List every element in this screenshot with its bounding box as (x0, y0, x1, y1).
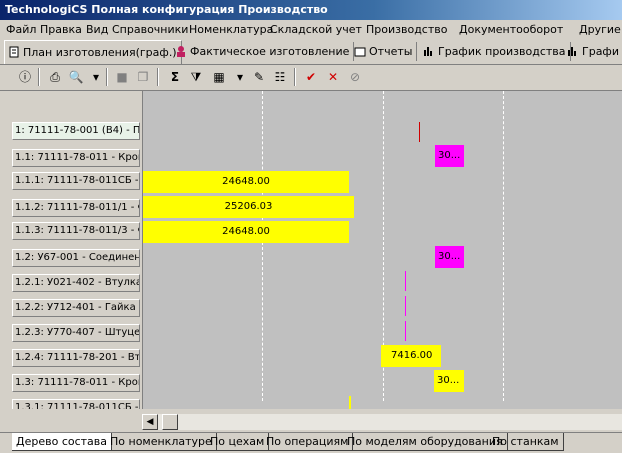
menu-warehouse[interactable]: Складской учет (270, 23, 362, 36)
gantt-bar[interactable]: 30... (435, 246, 464, 268)
tab-label: Графи (582, 45, 619, 58)
menu-edit[interactable]: Правка (40, 23, 82, 36)
tree-icon[interactable]: ☷ (271, 68, 289, 86)
dropdown-arrow-icon-2[interactable]: ▾ (231, 68, 249, 86)
tab-by-workshops[interactable]: По цехам (206, 433, 270, 451)
document-icon (8, 43, 20, 58)
scrollbar-thumb[interactable] (162, 414, 178, 430)
gantt-bar[interactable]: 25206.03 (143, 196, 354, 218)
row-label: 1.2.3: У770-407 - Штуцер (12, 324, 140, 342)
gantt-bar[interactable]: 30... (435, 145, 464, 167)
check-icon[interactable]: ✔ (302, 68, 320, 86)
view-tabs: План изготовления(граф.) Фактическое изг… (0, 40, 622, 65)
sum-icon[interactable]: Σ (166, 68, 184, 86)
menu-nomenclature[interactable]: Номенклатура (189, 23, 273, 36)
time-gridline (262, 91, 263, 401)
tree-row[interactable]: 1.1.1: 71111-78-011СБ - С (0, 170, 142, 191)
tab-label: Отчеты (369, 45, 413, 58)
menu-file[interactable]: Файл (6, 23, 36, 36)
gantt-bar[interactable]: 24648.00 (143, 221, 349, 243)
person-icon (175, 44, 187, 57)
tree-row[interactable]: 1.2: У67-001 - Соединен (0, 247, 142, 268)
toolbar-separator (106, 68, 108, 86)
gantt-bar[interactable] (405, 321, 406, 341)
grouping-tabs: Дерево состава По номенклатуре По цехам … (0, 432, 622, 453)
menu-document-flow[interactable]: Документооборот (459, 23, 563, 36)
row-label: 1.2: У67-001 - Соединен (12, 249, 140, 267)
gantt-bar[interactable] (419, 122, 420, 142)
tree-row[interactable]: 1.1.3: 71111-78-011/3 - Ф (0, 220, 142, 241)
dropdown-arrow-icon[interactable]: ▾ (87, 68, 105, 86)
gantt-bar[interactable]: 24648.00 (143, 171, 349, 193)
row-label: 1.1.1: 71111-78-011СБ - С (12, 172, 140, 190)
menu-view[interactable]: Вид (86, 23, 108, 36)
tree-row[interactable]: 1: 71111-78-001 (В4) - Пр (0, 120, 142, 141)
toolbar: ⓘ ⎙ 🔍 ▾ ■ ❐ Σ ⧩ ▦ ▾ ✎ ☷ ✔ ✕ ⊘ (0, 65, 622, 91)
bar-chart-icon (423, 44, 435, 56)
tab-tree-structure[interactable]: Дерево состава (12, 433, 113, 451)
tab-actual-manufacturing[interactable]: Фактическое изготовление (172, 42, 355, 61)
gantt-bar[interactable] (405, 271, 406, 291)
filter-icon[interactable]: ⧩ (187, 68, 205, 86)
horizontal-scrollbar[interactable]: ◀ (142, 414, 622, 430)
tree-row[interactable]: 1.3.1: 71111-78-011СБ - С (0, 397, 142, 409)
row-label: 1.1.3: 71111-78-011/3 - Ф (12, 222, 140, 240)
tab-by-equipment-models[interactable]: По моделям оборудования (343, 433, 508, 451)
toolbar-separator (157, 68, 159, 86)
row-label: 1.1: 71111-78-011 - Крон (12, 149, 140, 167)
bar-chart-icon (567, 44, 579, 56)
row-label: 1.3: 71111-78-011 - Крон (12, 374, 140, 392)
tab-by-machines[interactable]: По станкам (488, 433, 564, 451)
tree-row[interactable]: 1.2.2: У712-401 - Гайка ( (0, 297, 142, 318)
time-gridline (503, 91, 504, 401)
row-label: 1: 71111-78-001 (В4) - Пр (12, 122, 140, 140)
title-bar: TechnologiCS Полная конфигурация Произво… (0, 0, 622, 20)
tree-row[interactable]: 1.2.4: 71111-78-201 - Вту (0, 347, 142, 368)
gantt-bar[interactable]: 7416.00 (381, 345, 441, 367)
row-label: 1.2.4: 71111-78-201 - Вту (12, 349, 140, 367)
tree-row[interactable]: 1.3: 71111-78-011 - Крон (0, 372, 142, 393)
tree-row[interactable]: 1.1: 71111-78-011 - Крон (0, 147, 142, 168)
tab-by-operations[interactable]: По операциям (262, 433, 354, 451)
row-label: 1.2.1: У021-402 - Втулка (12, 274, 140, 292)
tree-row[interactable]: 1.2.1: У021-402 - Втулка (0, 272, 142, 293)
scroll-left-icon[interactable]: ◀ (142, 414, 158, 430)
tree-row[interactable]: 1.1.2: 71111-78-011/1 - Ф (0, 197, 142, 218)
menu-directories[interactable]: Справочники (112, 23, 188, 36)
print-preview-icon[interactable]: 🔍 (67, 68, 85, 86)
properties-icon[interactable]: ⓘ (16, 68, 34, 86)
tab-reports[interactable]: Отчеты (351, 42, 418, 61)
toolbar-separator (294, 68, 296, 86)
gantt-chart: 1: 71111-78-001 (В4) - Пр 1.1: 71111-78-… (0, 91, 622, 409)
cancel-icon[interactable]: ⊘ (346, 68, 364, 86)
menu-bar: Файл Правка Вид Справочники Номенклатура… (0, 20, 622, 39)
menu-production[interactable]: Производство (366, 23, 447, 36)
tab-schedule-2[interactable]: Графи (564, 42, 622, 61)
copy-icon[interactable]: ❐ (134, 68, 152, 86)
tab-label: План изготовления(граф.) (23, 46, 177, 59)
tree-row[interactable]: 1.2.3: У770-407 - Штуцер (0, 322, 142, 343)
tab-label: Фактическое изготовление (190, 45, 350, 58)
gantt-bar[interactable]: 30... (434, 370, 464, 392)
gantt-bar[interactable] (349, 396, 351, 409)
folder-icon (354, 44, 366, 57)
tab-label: График производства (438, 45, 566, 58)
stop-icon[interactable]: ■ (113, 68, 131, 86)
gantt-bar[interactable] (405, 296, 406, 316)
print-icon[interactable]: ⎙ (46, 68, 64, 86)
tab-production-schedule[interactable]: График производства (420, 42, 571, 61)
delete-icon[interactable]: ✕ (324, 68, 342, 86)
tab-by-nomenclature[interactable]: По номенклатуре (106, 433, 217, 451)
tab-manufacturing-plan-graph[interactable]: План изготовления(граф.) (4, 40, 182, 64)
row-label: 1.3.1: 71111-78-011СБ - С (12, 399, 140, 409)
calendar-icon[interactable]: ▦ (210, 68, 228, 86)
row-label: 1.2.2: У712-401 - Гайка ( (12, 299, 140, 317)
row-label: 1.1.2: 71111-78-011/1 - Ф (12, 199, 140, 217)
menu-other[interactable]: Другие (579, 23, 621, 36)
toolbar-separator (38, 68, 40, 86)
window-title: TechnologiCS Полная конфигурация Произво… (5, 3, 328, 16)
edit-icon[interactable]: ✎ (250, 68, 268, 86)
